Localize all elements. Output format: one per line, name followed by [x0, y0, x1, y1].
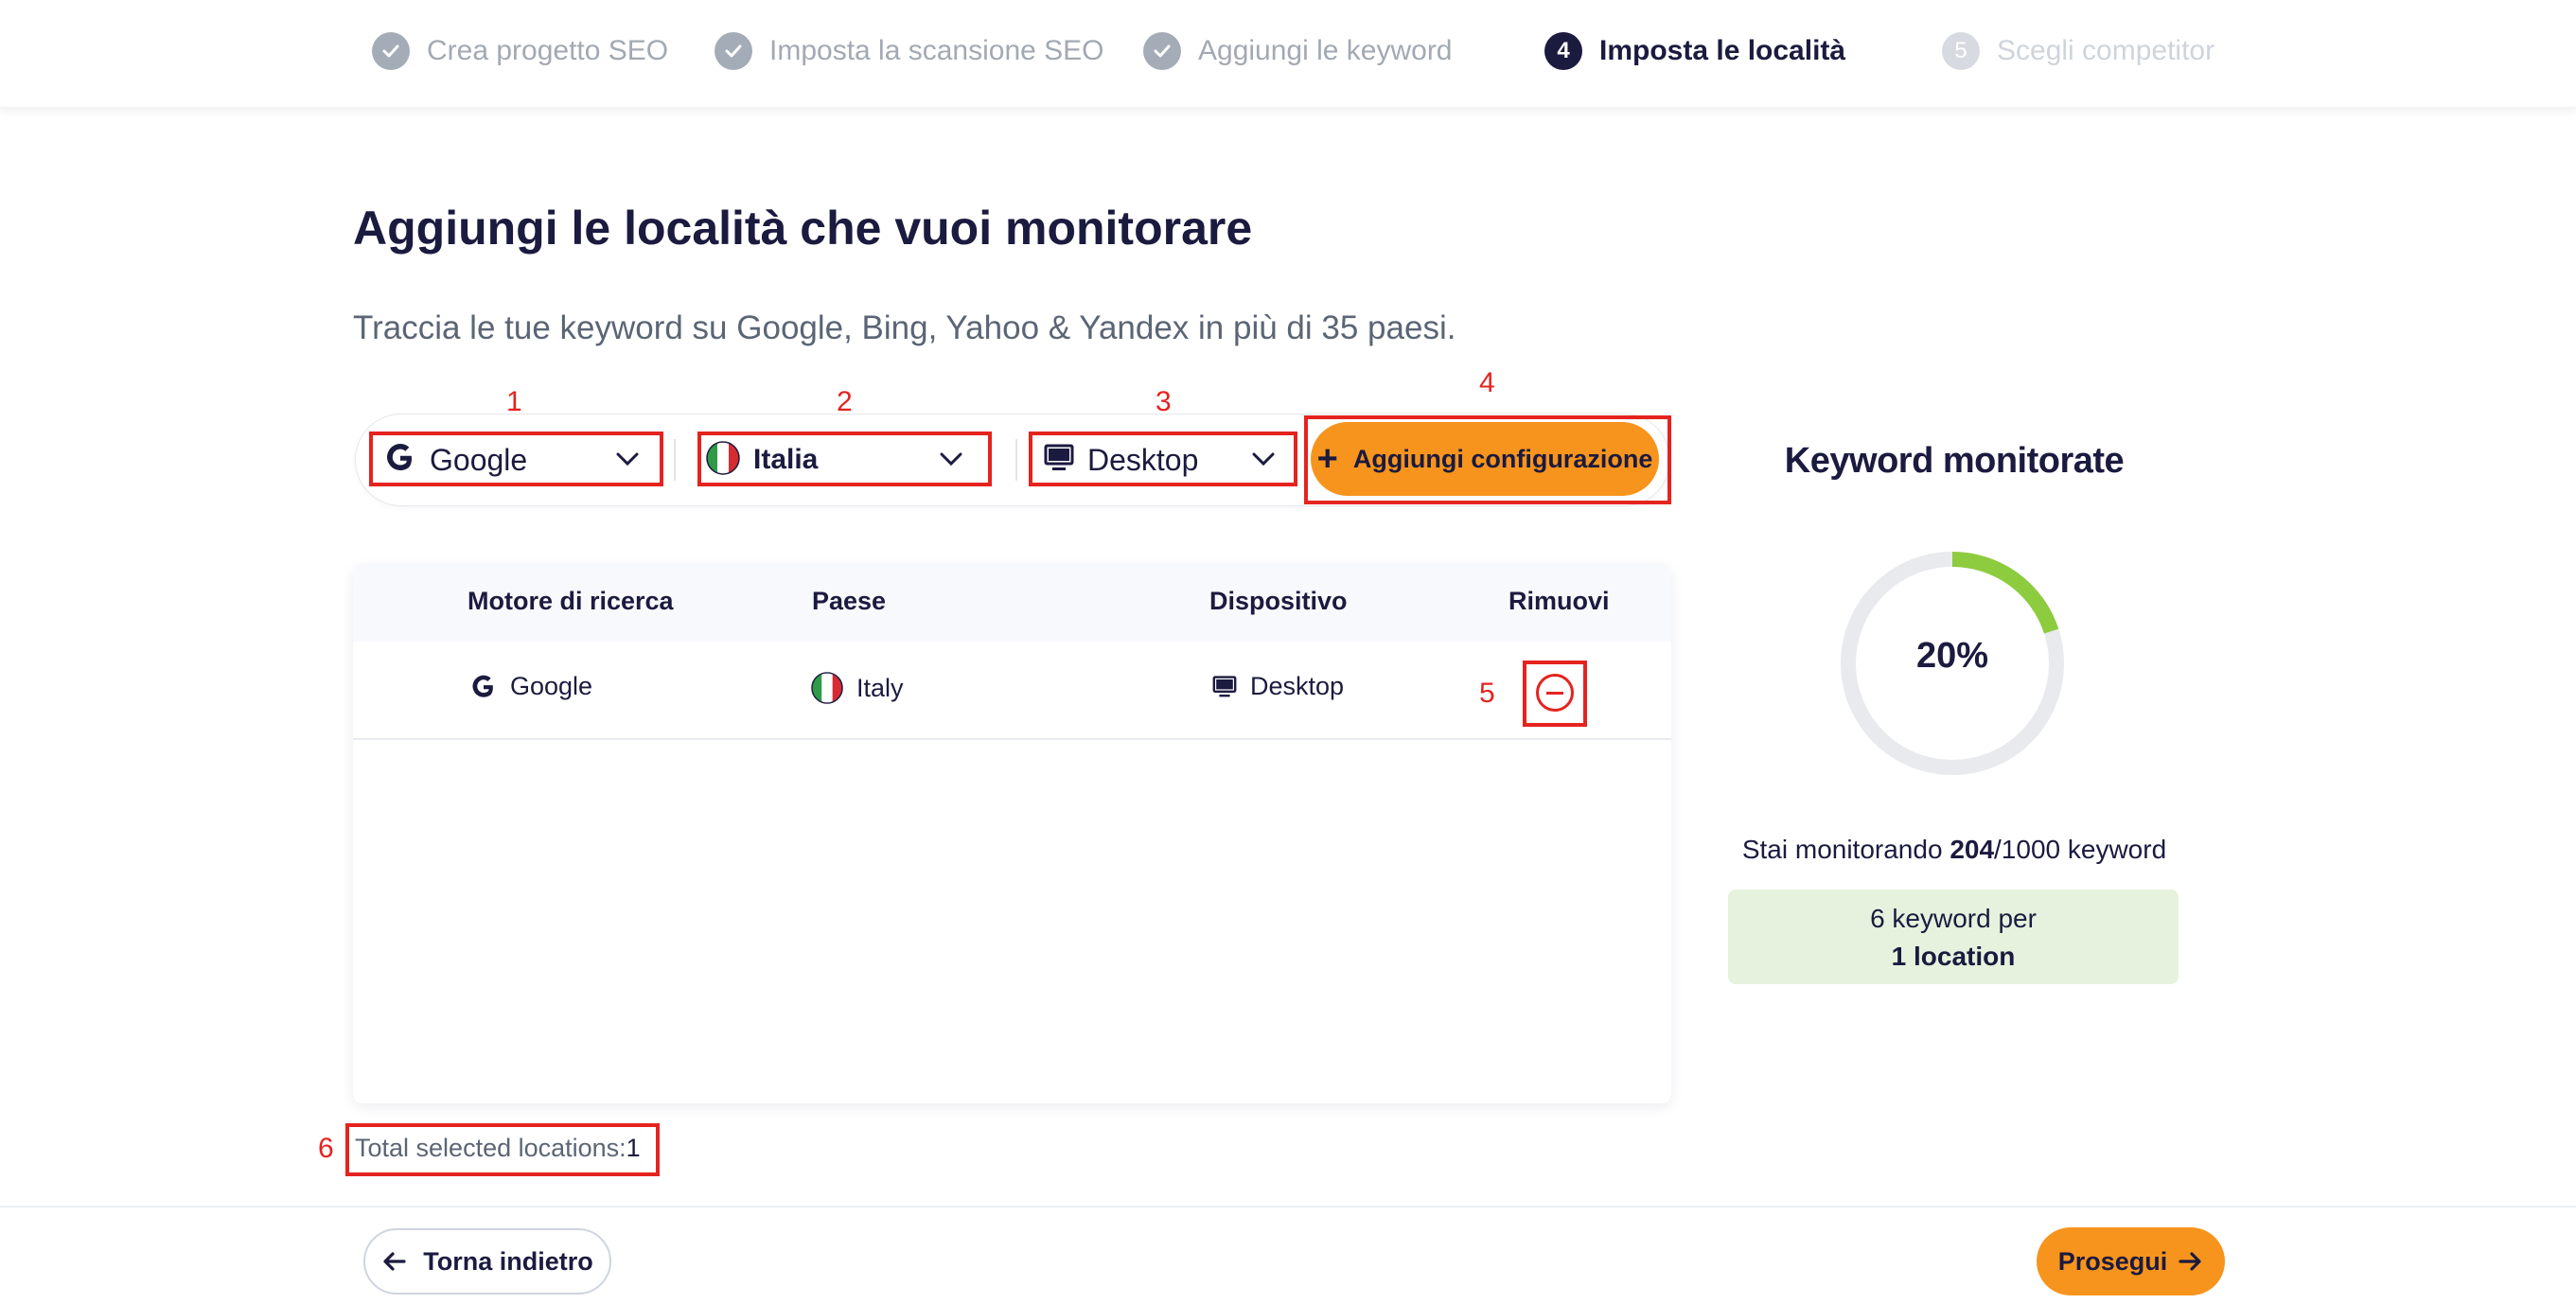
- page-subtitle: Traccia le tue keyword su Google, Bing, …: [353, 309, 1456, 346]
- arrow-right-icon: [2167, 1248, 2203, 1275]
- annotation-number-4: 4: [1479, 367, 1495, 398]
- keywords-used: 204: [1950, 835, 1995, 864]
- total-selected-locations: Total selected locations:1: [355, 1134, 641, 1163]
- device-cell: Desktop: [1212, 672, 1344, 701]
- desktop-icon: [1212, 675, 1237, 698]
- step-aggiungi-keyword[interactable]: Aggiungi le keyword: [1143, 29, 1453, 73]
- plus-icon: +: [1316, 438, 1338, 479]
- check-icon: [1143, 32, 1181, 70]
- annotation-number-1: 1: [506, 386, 522, 417]
- keywords-per-line: 6 keyword per: [1870, 904, 2037, 933]
- column-header-country: Paese: [812, 587, 887, 615]
- italy-flag-icon: [706, 440, 740, 480]
- country-value: Italia: [753, 444, 819, 475]
- annotation-number-5: 5: [1479, 678, 1495, 709]
- back-button[interactable]: Torna indietro: [363, 1228, 611, 1295]
- minus-circle-icon: [1546, 691, 1563, 695]
- keywords-limit: /1000 keyword: [1994, 835, 2167, 864]
- column-header-engine: Motore di ricerca: [468, 587, 674, 615]
- add-configuration-label: Aggiungi configurazione: [1352, 444, 1653, 473]
- table-row: Google Italy Desktop: [353, 642, 1671, 740]
- chevron-down-icon: [1249, 445, 1278, 478]
- step-label: Imposta le località: [1599, 35, 1846, 66]
- arrow-left-icon: [381, 1248, 423, 1275]
- country-select[interactable]: Italia: [706, 433, 982, 486]
- divider: [674, 439, 676, 481]
- step-label: Scegli competitor: [1997, 35, 2215, 66]
- step-imposta-scansione[interactable]: Imposta la scansione SEO: [715, 29, 1104, 73]
- country-cell: Italy: [811, 672, 904, 704]
- device-select[interactable]: Desktop: [1044, 433, 1295, 486]
- step-label: Imposta la scansione SEO: [769, 35, 1104, 66]
- google-g-icon: [384, 442, 416, 479]
- next-label: Prosegui: [2057, 1246, 2168, 1276]
- keyword-usage-percent: 20%: [1915, 636, 1989, 676]
- total-label: Total selected locations:: [355, 1134, 626, 1162]
- device-value: Desktop: [1250, 672, 1345, 700]
- annotation-number-6: 6: [318, 1133, 334, 1164]
- step-number: 5: [1942, 32, 1980, 70]
- google-g-icon: [470, 674, 497, 700]
- annotation-number-2: 2: [837, 386, 853, 417]
- column-header-remove: Rimuovi: [1509, 587, 1610, 615]
- add-configuration-button[interactable]: + Aggiungi configurazione: [1311, 422, 1659, 496]
- next-button[interactable]: Prosegui: [2037, 1227, 2225, 1295]
- divider: [1015, 439, 1017, 481]
- check-icon: [715, 32, 752, 70]
- step-label: Crea progetto SEO: [427, 35, 669, 66]
- keywords-per-location-box: 6 keyword per 1 location: [1728, 890, 2179, 984]
- chevron-down-icon: [613, 445, 642, 478]
- chevron-down-icon: [937, 445, 965, 478]
- back-label: Torna indietro: [423, 1246, 593, 1276]
- desktop-icon: [1044, 444, 1074, 477]
- keyword-panel-title: Keyword monitorate: [1784, 441, 2125, 481]
- column-header-device: Dispositivo: [1209, 587, 1348, 615]
- search-engine-select[interactable]: Google: [384, 433, 659, 486]
- total-value: 1: [626, 1134, 641, 1162]
- country-value: Italy: [856, 673, 904, 702]
- engine-value: Google: [510, 672, 593, 700]
- engine-cell: Google: [470, 672, 592, 701]
- locations-table: Motore di ricerca Paese Dispositivo Rimu…: [353, 564, 1671, 1103]
- location-count-line: 1 location: [1891, 942, 2016, 971]
- annotation-number-3: 3: [1156, 386, 1172, 417]
- keyword-usage-text: Stai monitorando 204/1000 keyword: [1727, 835, 2181, 865]
- table-header: Motore di ricerca Paese Dispositivo Rimu…: [353, 564, 1671, 642]
- step-crea-progetto[interactable]: Crea progetto SEO: [372, 29, 668, 73]
- step-label: Aggiungi le keyword: [1198, 35, 1453, 66]
- progress-stepper: Crea progetto SEO Imposta la scansione S…: [0, 0, 2576, 108]
- italy-flag-icon: [811, 672, 843, 704]
- step-imposta-localita: 4 Imposta le località: [1544, 29, 1845, 73]
- search-engine-value: Google: [430, 442, 528, 477]
- page-title: Aggiungi le località che vuoi monitorare: [353, 202, 1253, 255]
- step-scegli-competitor: 5 Scegli competitor: [1942, 29, 2214, 73]
- remove-location-button[interactable]: [1536, 674, 1574, 712]
- step-number: 4: [1544, 32, 1582, 70]
- device-value: Desktop: [1087, 442, 1199, 477]
- monitoring-prefix: Stai monitorando: [1741, 835, 1950, 864]
- check-icon: [372, 32, 410, 70]
